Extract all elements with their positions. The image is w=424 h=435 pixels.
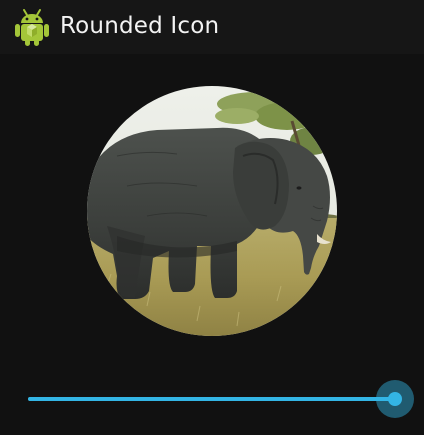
- slider-progress: [28, 397, 395, 401]
- seek-slider[interactable]: [28, 372, 418, 426]
- android-robot-icon[interactable]: [14, 7, 50, 47]
- slider-track[interactable]: [28, 397, 395, 401]
- slider-thumb[interactable]: [376, 380, 414, 418]
- app-title: Rounded Icon: [60, 13, 220, 39]
- slider-thumb-core: [388, 392, 402, 406]
- rounded-elephant-image: [87, 86, 337, 336]
- action-bar: Rounded Icon: [0, 0, 424, 54]
